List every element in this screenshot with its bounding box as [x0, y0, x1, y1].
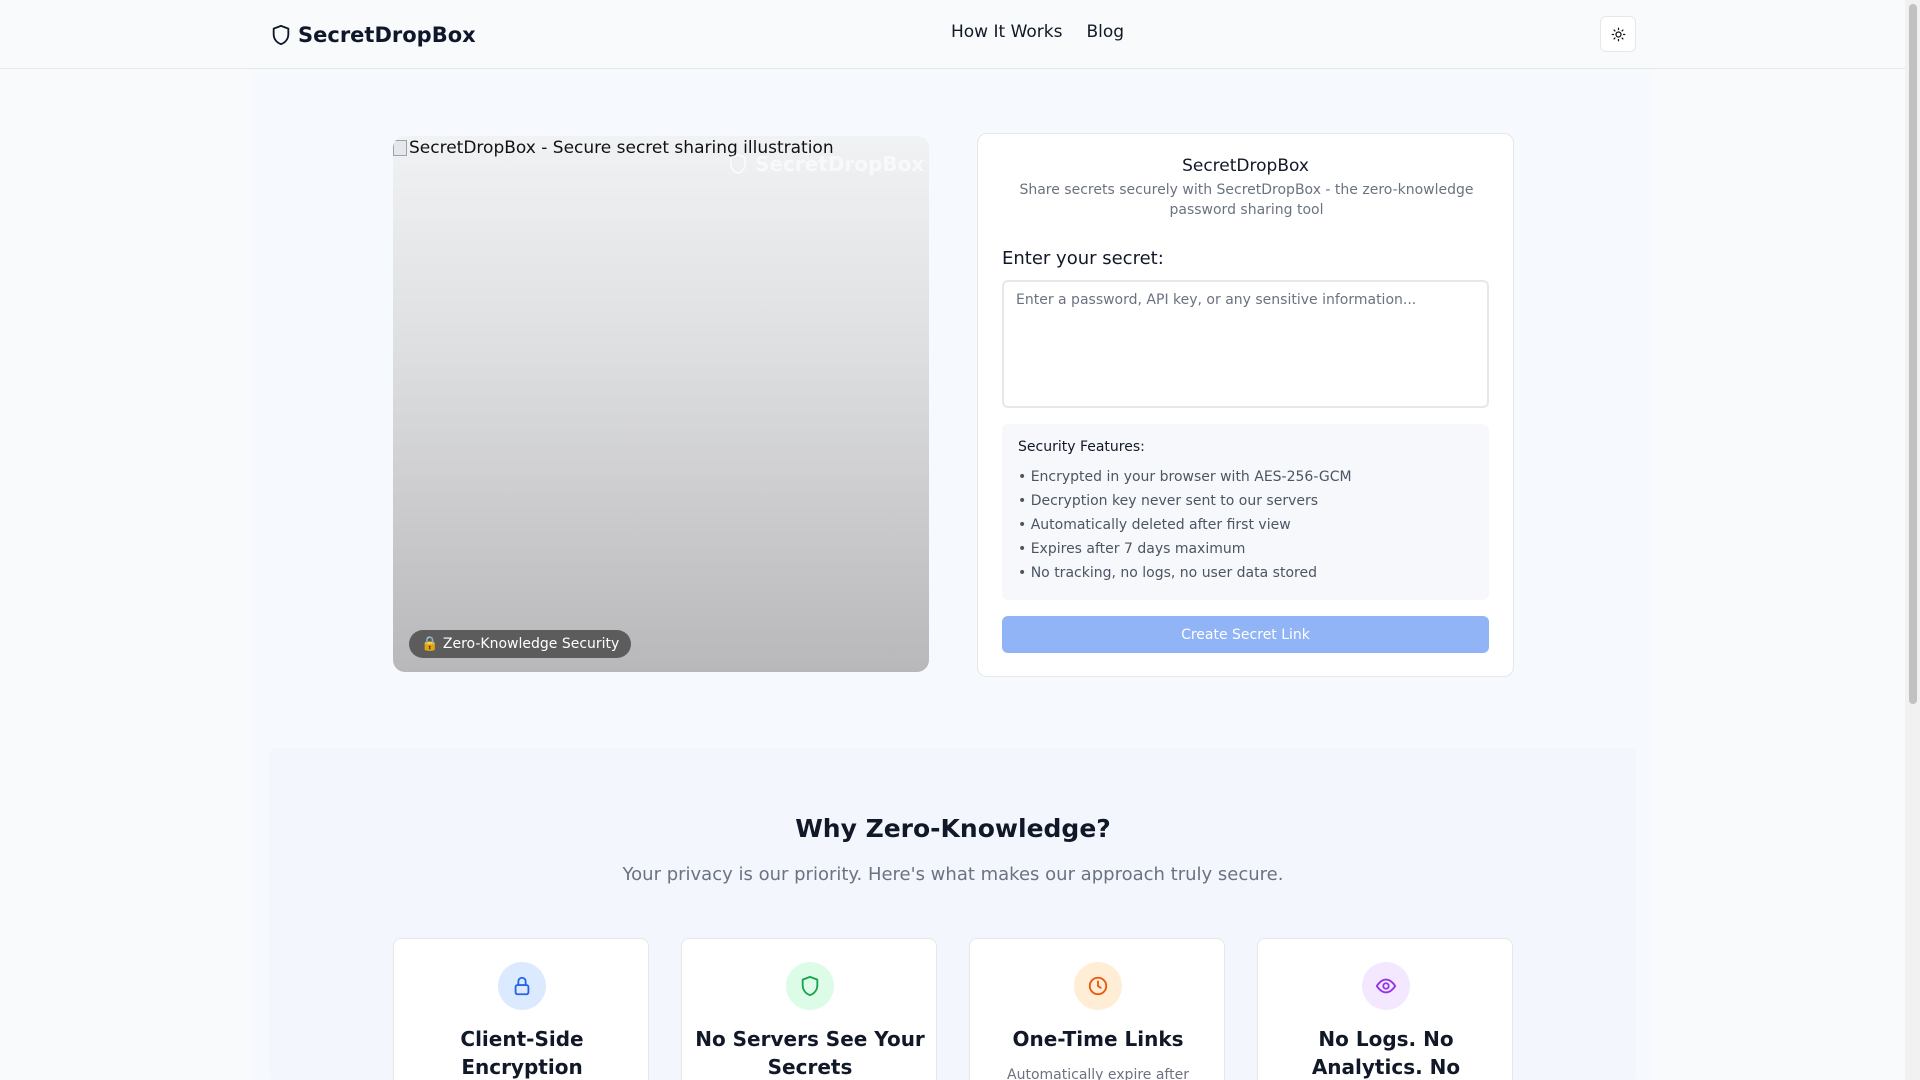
sun-icon [1611, 27, 1625, 41]
nav-how-it-works[interactable]: How It Works [951, 22, 1062, 42]
feature-card-no-servers: No Servers See Your Secrets [681, 938, 937, 1080]
feature-title: One-Time Links [1012, 1027, 1184, 1051]
feature-title: Client-Side Encryption [460, 1027, 584, 1079]
lock-icon [514, 976, 530, 996]
feature-card-encryption: Client-Side Encryption [393, 938, 649, 1080]
features-list: • Encrypted in your browser with AES-256… [1018, 465, 1473, 585]
secret-label: Enter your secret: [1002, 248, 1164, 269]
icon-circle [1074, 962, 1122, 1010]
page-scrollbar[interactable] [1905, 0, 1920, 1080]
feature-card-no-logs: No Logs. No Analytics. No [1257, 938, 1513, 1080]
hero-illustration: SecretDropBox - Secure secret sharing il… [393, 136, 929, 672]
brand-name: SecretDropBox [298, 23, 476, 47]
why-section: Why Zero-Knowledge? Your privacy is our … [270, 748, 1636, 1080]
scrollbar-thumb[interactable] [1909, 4, 1917, 704]
icon-circle [1362, 962, 1410, 1010]
create-secret-link-button[interactable]: Create Secret Link [1002, 616, 1489, 653]
list-item: • Expires after 7 days maximum [1018, 541, 1246, 557]
brand-logo[interactable]: SecretDropBox [270, 20, 476, 50]
security-features-box: Security Features: • Encrypted in your b… [1002, 424, 1489, 600]
feature-card-one-time-links: One-Time Links Automatically expire afte… [969, 938, 1225, 1080]
feature-title: No Servers See Your Secrets [695, 1027, 925, 1079]
form-subtitle: Share secrets securely with SecretDropBo… [1019, 182, 1474, 218]
eye-icon [1375, 978, 1397, 994]
clock-icon [1088, 976, 1108, 996]
list-item: • Automatically deleted after first view [1018, 517, 1291, 533]
illustration-watermark: SecretDropBox [727, 152, 924, 176]
shield-icon [729, 153, 747, 175]
list-item: • Decryption key never sent to our serve… [1018, 493, 1319, 509]
shield-icon [272, 24, 290, 46]
zero-knowledge-badge: 🔒 Zero-Knowledge Security [409, 630, 632, 658]
top-header: SecretDropBox How It Works Blog [0, 0, 1905, 69]
features-title: Security Features: [1018, 439, 1145, 455]
why-subtitle: Your privacy is our priority. Here's wha… [622, 864, 1284, 885]
secret-form-card: SecretDropBox Share secrets securely wit… [977, 133, 1514, 677]
main-nav: How It Works Blog [951, 22, 1124, 42]
list-item: • No tracking, no logs, no user data sto… [1018, 565, 1317, 581]
icon-circle [786, 962, 834, 1010]
shield-icon [801, 975, 819, 997]
icon-circle [498, 962, 546, 1010]
feature-desc: Automatically expire after [1007, 1067, 1189, 1080]
form-title: SecretDropBox [1182, 156, 1309, 176]
nav-blog[interactable]: Blog [1086, 22, 1124, 42]
theme-toggle-button[interactable] [1600, 16, 1636, 52]
why-title: Why Zero-Knowledge? [795, 814, 1111, 843]
broken-image-icon [393, 140, 407, 156]
secret-input[interactable] [1002, 280, 1489, 408]
list-item: • Encrypted in your browser with AES-256… [1018, 469, 1352, 485]
feature-title: No Logs. No Analytics. No [1311, 1027, 1461, 1079]
